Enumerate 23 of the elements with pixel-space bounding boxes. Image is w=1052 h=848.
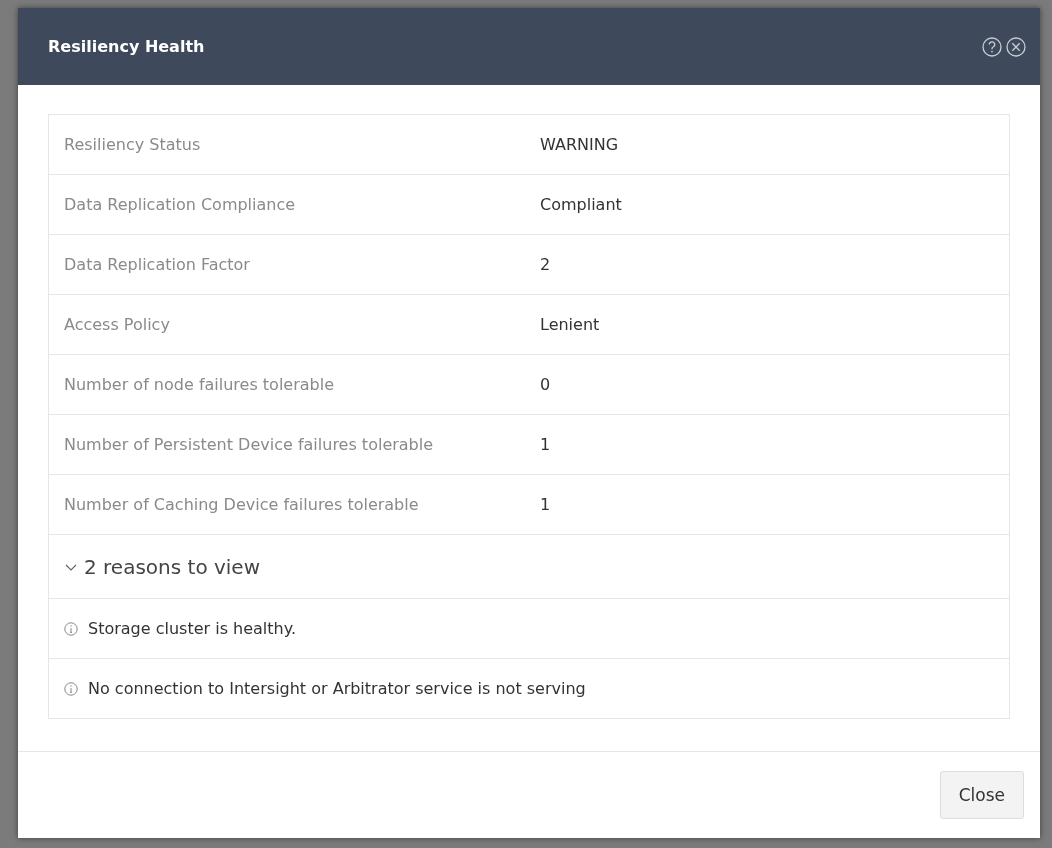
property-value: 1 [540, 435, 552, 454]
property-label: Data Replication Factor [64, 255, 251, 274]
reasons-toggle[interactable]: 2 reasons to view [49, 535, 1009, 599]
reason-text: No connection to Intersight or Arbitrator service is not serving [88, 679, 586, 698]
property-label: Data Replication Compliance [64, 195, 297, 214]
dialog-title: Resiliency Health [48, 37, 205, 56]
property-label: Resiliency Status [64, 135, 202, 154]
property-label: Number of Caching Device failures tolerable [64, 495, 420, 514]
property-value: 2 [540, 255, 552, 274]
property-value: Lenient [540, 315, 601, 334]
property-value: Compliant [540, 195, 623, 214]
info-icon [64, 681, 78, 696]
close-button[interactable]: Close [939, 771, 1024, 819]
property-value: 1 [540, 495, 552, 514]
help-icon[interactable] [982, 36, 1002, 57]
property-label: Number of Persistent Device failures tolerable [64, 435, 435, 454]
info-icon [64, 621, 78, 636]
property-label: Access Policy [64, 315, 171, 334]
property-value: WARNING [540, 135, 620, 154]
reason-text: Storage cluster is healthy. [88, 619, 296, 638]
property-value: 0 [540, 375, 552, 394]
close-icon[interactable] [1006, 36, 1026, 57]
property-label: Number of node failures tolerable [64, 375, 336, 394]
